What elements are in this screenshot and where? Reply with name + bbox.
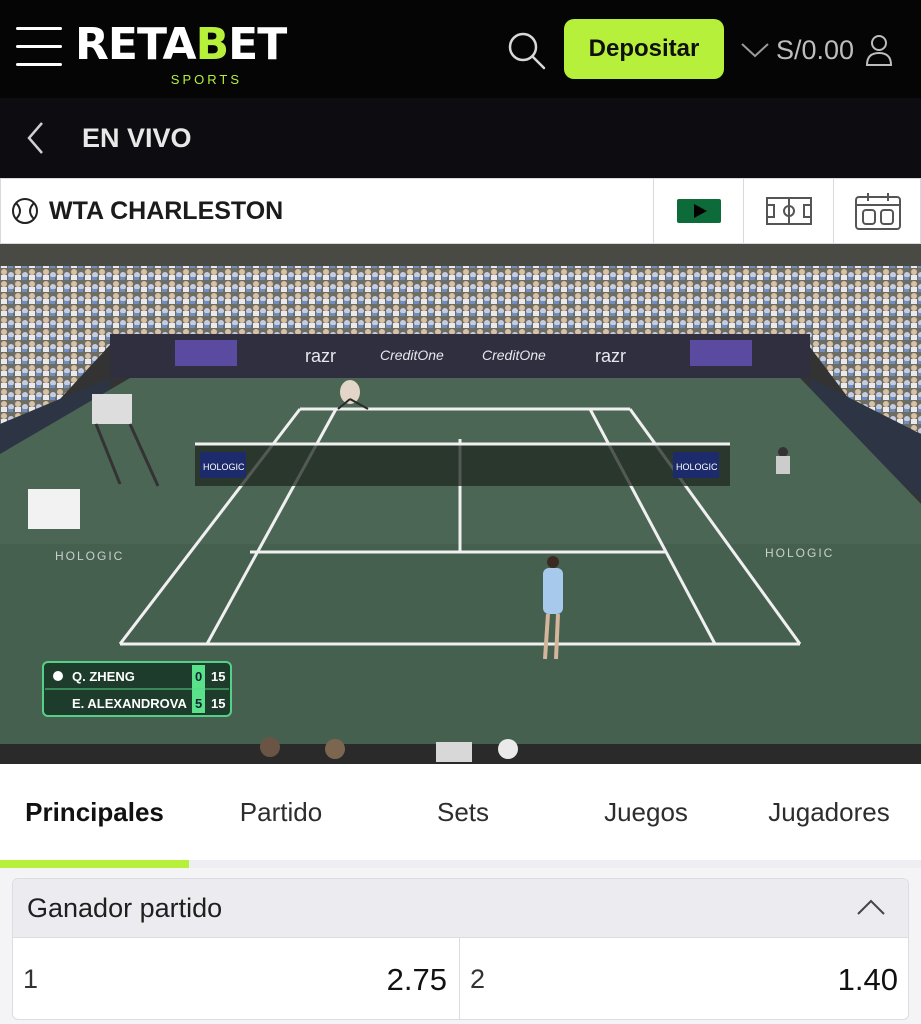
net-logo-left: HOLOGIC: [203, 462, 245, 472]
player-1-sets: 0: [195, 669, 202, 684]
court-field-icon: [765, 197, 812, 225]
scoreboard-button[interactable]: [833, 179, 921, 243]
market-header[interactable]: Ganador partido: [13, 879, 908, 937]
court-logo-right: HOLOGIC: [765, 546, 834, 560]
active-tab-indicator: [0, 860, 189, 868]
board-text-2: CreditOne: [380, 347, 444, 363]
player-2-sets: 5: [195, 696, 202, 711]
tab-partido[interactable]: Partido: [189, 764, 373, 860]
chevron-down-icon: [741, 43, 769, 58]
market-title: Ganador partido: [27, 892, 223, 923]
logo-text-a: RETA: [75, 19, 197, 70]
score-overlay: Q. ZHENG E. ALEXANDROVA 0 5 15 15: [42, 661, 232, 717]
player-2-name: E. ALEXANDROVA: [72, 696, 187, 711]
board-text-4: razr: [595, 346, 626, 366]
top-navigation-bar: RETABET SPORTS Depositar S/0.00: [0, 0, 921, 98]
outcome-label: 1: [23, 964, 39, 994]
deposit-button[interactable]: Depositar: [564, 19, 724, 79]
event-info: WTA CHARLESTON: [1, 179, 653, 243]
user-icon[interactable]: [864, 33, 894, 67]
event-header: WTA CHARLESTON: [0, 178, 921, 244]
balance-amount: S/0.00: [776, 34, 855, 65]
player-1-name: Q. ZHENG: [72, 669, 135, 684]
menu-icon[interactable]: [16, 27, 62, 67]
balance-dropdown[interactable]: S/0.00: [740, 30, 854, 70]
odds-row: 1 2.75 2 1.40: [13, 937, 908, 1019]
odds-value: 2.75: [386, 961, 447, 997]
market-tabs: Principales Partido Sets Juegos Jugadore…: [0, 764, 921, 868]
player-2-points: 15: [211, 696, 225, 711]
live-video-player[interactable]: razr CreditOne CreditOne razr HOLOGIC HO…: [0, 244, 921, 764]
search-icon[interactable]: [506, 30, 546, 70]
tab-principales[interactable]: Principales: [0, 764, 189, 860]
outcome-label: 2: [470, 964, 486, 994]
logo-subtitle: SPORTS: [170, 72, 242, 87]
tennis-ball-icon: [12, 198, 38, 224]
court-logo-left: HOLOGIC: [55, 549, 124, 563]
tab-jugadores[interactable]: Jugadores: [737, 764, 921, 860]
live-section-bar: EN VIVO: [0, 98, 921, 178]
odds-value: 1.40: [837, 961, 898, 997]
net-logo-right: HOLOGIC: [676, 462, 718, 472]
board-text-3: CreditOne: [482, 347, 546, 363]
odds-button-2[interactable]: 2 1.40: [460, 937, 908, 1019]
play-video-icon: [676, 199, 721, 223]
live-video-button[interactable]: [653, 179, 743, 243]
logo-text-b: B: [195, 19, 230, 70]
back-arrow-icon[interactable]: [24, 120, 48, 156]
market-card-ganador: Ganador partido 1 2.75 2 1.40: [12, 878, 909, 1020]
odds-button-1[interactable]: 1 2.75: [13, 937, 460, 1019]
board-text-1: razr: [305, 346, 336, 366]
court-view-button[interactable]: [743, 179, 833, 243]
player-1-points: 15: [211, 669, 225, 684]
page-title: EN VIVO: [82, 123, 192, 153]
tennis-court-scene: razr CreditOne CreditOne razr HOLOGIC HO…: [0, 244, 921, 764]
tab-juegos[interactable]: Juegos: [554, 764, 738, 860]
event-title: WTA CHARLESTON: [49, 196, 284, 225]
markets-panel: Ganador partido 1 2.75 2 1.40: [0, 868, 921, 1024]
scoreboard-icon: [854, 193, 901, 230]
chevron-up-icon[interactable]: [856, 897, 886, 917]
retabet-logo[interactable]: RETABET SPORTS: [75, 19, 287, 90]
tab-sets[interactable]: Sets: [371, 764, 555, 860]
logo-text-c: ET: [228, 19, 287, 70]
